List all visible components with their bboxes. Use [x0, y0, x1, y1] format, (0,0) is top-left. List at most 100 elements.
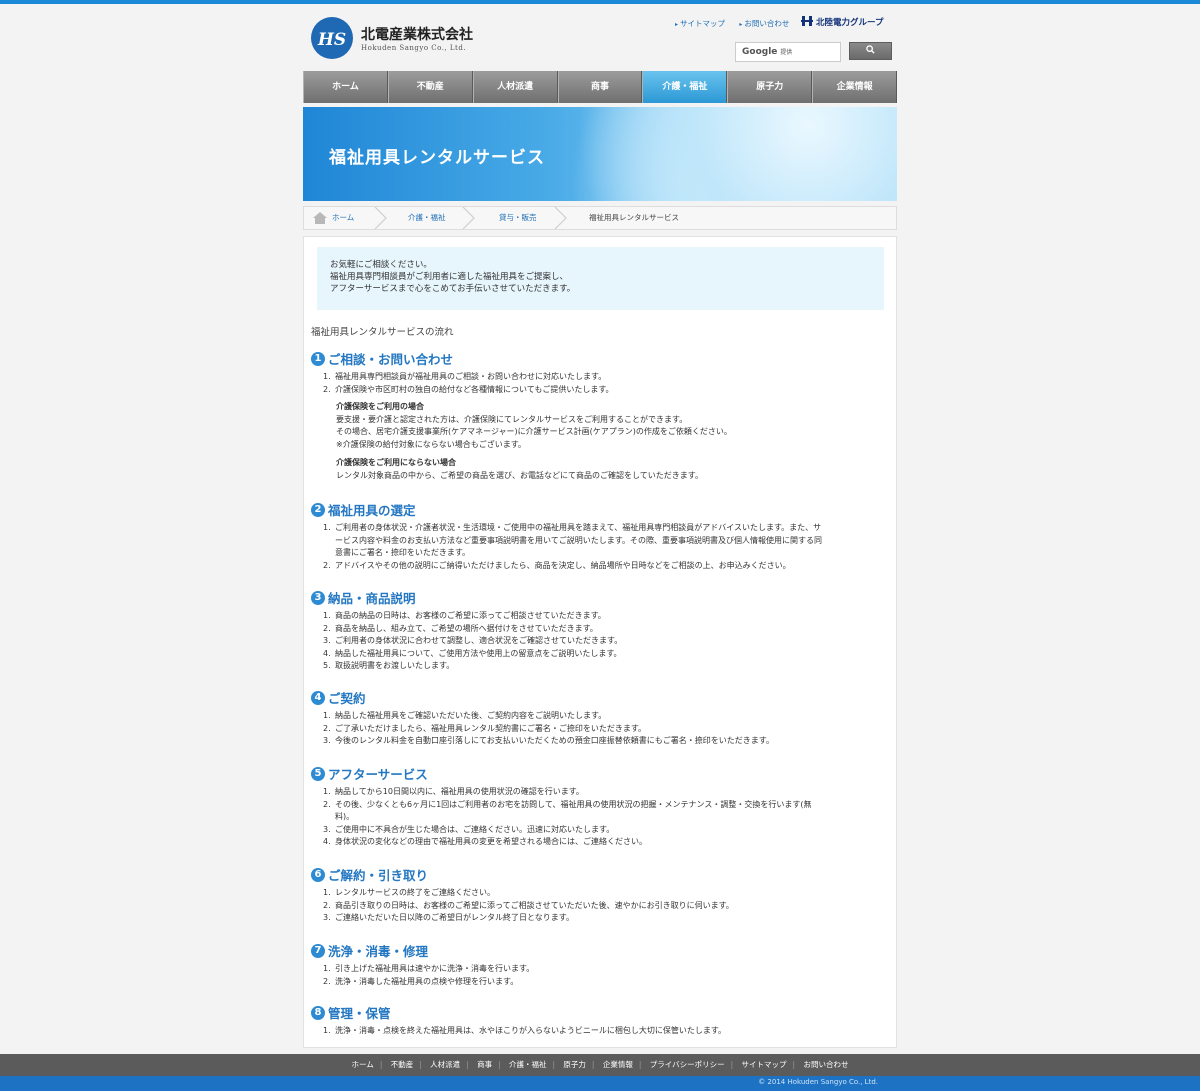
footer-link-sitemap[interactable]: サイトマップ	[742, 1060, 787, 1069]
search-icon	[866, 45, 875, 54]
search-button[interactable]	[849, 42, 892, 60]
step-number-badge: 4	[311, 690, 325, 705]
breadcrumb-care-welfare[interactable]: 介護・福祉	[408, 207, 446, 229]
footer-link-care-welfare[interactable]: 介護・福祉	[509, 1060, 547, 1069]
nav-item-home[interactable]: ホーム	[303, 71, 388, 103]
nav-item-care-welfare[interactable]: 介護・福祉	[642, 71, 728, 103]
step-title: 管理・保管	[328, 1006, 391, 1021]
list-item: 1. レンタルサービスの終了をご連絡ください。	[323, 888, 495, 897]
home-icon	[313, 212, 327, 224]
page-title: 福祉用具レンタルサービス	[329, 148, 545, 168]
site-header: HS 北電産業株式会社 Hokuden Sangyo Co., Ltd. ▸ サイ…	[303, 4, 897, 70]
hokuriku-group-icon	[801, 16, 813, 26]
step-number-badge: 8	[311, 1005, 325, 1020]
company-name[interactable]: 北電産業株式会社	[361, 24, 473, 44]
footer-link-real-estate[interactable]: 不動産	[391, 1060, 414, 1069]
subblock-line: 要支援・要介護と認定された方は、介護保険にてレンタルサービスをご利用することがで…	[336, 414, 688, 424]
subblock-line: ※介護保険の給付対象にならない場合もございます。	[336, 439, 526, 449]
step-6: 6 ご解約・引き取り 1. レンタルサービスの終了をご連絡ください。 2. 商品引き取…	[311, 865, 891, 925]
intro-line: お気軽にご相談ください。	[330, 260, 432, 270]
list-item: 1. ご利用者の身体状況・介護者状況・生活環境・ご使用中の福祉用具を踏まえて、福祉…	[323, 523, 822, 557]
svg-text:HS: HS	[317, 30, 346, 50]
list-item: 3. ご使用中に不具合が生じた場合は、ご連絡ください。迅速に対応いたします。	[323, 824, 615, 834]
subblock-heading: 介護保険をご利用の場合	[336, 402, 424, 411]
footer-link-nuclear[interactable]: 原子力	[563, 1060, 586, 1069]
subblock-heading: 介護保険をご利用にならない場合	[336, 458, 456, 467]
list-item: 1. 納品した福祉用具をご確認いただいた後、ご契約内容をご説明いたします。	[323, 711, 607, 720]
step-number-badge: 1	[311, 351, 325, 366]
list-item: 4. 納品した福祉用具について、ご使用方法や使用上の留意点をご説明いたします。	[323, 648, 622, 658]
nav-item-company[interactable]: 企業情報	[812, 71, 898, 103]
breadcrumb-current: 福祉用具レンタルサービス	[589, 213, 679, 222]
step-number-badge: 3	[311, 590, 325, 605]
footer-link-trading[interactable]: 商事	[477, 1060, 492, 1069]
intro-box: お気軽にご相談ください。 福祉用具専門相談員がご利用者に適した福祉用具をご提案し…	[317, 247, 884, 310]
step-2: 2 福祉用具の選定 1. ご利用者の身体状況・介護者状況・生活環境・ご使用中の福祉用…	[311, 500, 891, 572]
subblock-with-insurance: 介護保険をご利用の場合 要支援・要介護と認定された方は、介護保険にてレンタルサー…	[336, 401, 891, 451]
chevron-right-icon	[374, 207, 387, 229]
nav-item-real-estate[interactable]: 不動産	[387, 71, 473, 103]
footer-link-privacy[interactable]: プライバシーポリシー	[650, 1060, 725, 1069]
search-input[interactable]: Google 提供	[735, 42, 841, 62]
step-4: 4 ご契約 1. 納品した福祉用具をご確認いただいた後、ご契約内容をご説明いたします…	[311, 688, 891, 748]
list-item: 2. 商品引き取りの日時は、お客様のご希望に添ってご相談させていただいた後、速やか…	[323, 900, 734, 910]
provider-label: 提供	[780, 49, 793, 56]
breadcrumb-home[interactable]: ホーム	[332, 207, 354, 229]
intro-line: 福祉用具専門相談員がご利用者に適した福祉用具をご提案し、	[330, 272, 569, 282]
step-number-badge: 7	[311, 943, 325, 958]
hero-banner: 福祉用具レンタルサービス	[303, 107, 897, 201]
list-item: 1. 商品の納品の日時は、お客様のご希望に添ってご相談させていただきます。	[323, 611, 606, 620]
company-roman-name: Hokuden Sangyo Co., Ltd.	[361, 44, 467, 52]
list-item: 1. 納品してから10日間以内に、福祉用具の使用状況の確認を行います。	[323, 787, 584, 796]
footer-nav: ホーム | 不動産 | 人材派遣 | 商事 | 介護・福祉 | 原子力 | 企業情報 | プラ…	[0, 1054, 1200, 1076]
step-number-badge: 5	[311, 766, 325, 781]
list-item: 1. 引き上げた福祉用具は速やかに洗浄・消毒を行います。	[323, 964, 535, 973]
arrow-right-icon: ▸	[739, 21, 743, 28]
global-nav: ホーム 不動産 人材派遣 商事 介護・福祉 原子力 企業情報	[303, 71, 898, 103]
sitemap-link[interactable]: ▸ サイトマップ	[675, 19, 725, 28]
step-title: ご解約・引き取り	[328, 868, 429, 883]
list-item: 5. 取扱説明書をお渡しいたします。	[323, 661, 455, 670]
step-3: 3 納品・商品説明 1. 商品の納品の日時は、お客様のご希望に添ってご相談させていた…	[311, 588, 891, 673]
step-title: アフターサービス	[328, 767, 428, 782]
footer-link-staffing[interactable]: 人材派遣	[430, 1060, 460, 1069]
list-item: 2. アドバイスやその他の説明にご納得いただけましたら、商品を決定し、納品場所や日…	[323, 560, 791, 570]
list-item: 1. 福祉用具専門相談員が福祉用具のご相談・お問い合わせに対応いたします。	[323, 372, 607, 381]
flow-title: 福祉用具レンタルサービスの流れ	[311, 327, 454, 338]
top-links: ▸ サイトマップ ▸ お問い合わせ	[675, 18, 801, 29]
google-label: Google	[742, 47, 778, 57]
step-5: 5 アフターサービス 1. 納品してから10日間以内に、福祉用具の使用状況の確認を行…	[311, 764, 891, 849]
subblock-without-insurance: 介護保険をご利用にならない場合 レンタル対象商品の中から、ご希望の商品を選び、お…	[336, 457, 891, 482]
step-7: 7 洗浄・消毒・修理 1. 引き上げた福祉用具は速やかに洗浄・消毒を行います。 2.…	[311, 941, 891, 988]
list-item: 2. 洗浄・消毒した福祉用具の点検や修理を行います。	[323, 976, 519, 986]
step-title: 納品・商品説明	[328, 591, 416, 606]
breadcrumb: ホーム 介護・福祉 貸与・販売 福祉用具レンタルサービス	[303, 206, 897, 230]
nav-item-nuclear[interactable]: 原子力	[727, 71, 813, 103]
intro-line: アフターサービスまで心をこめてお手伝いさせていただきます。	[330, 284, 576, 294]
list-item: 3. 今後のレンタル料金を自動口座引落しにてお支払いいただくための預金口座振替依頼…	[323, 736, 774, 745]
breadcrumb-rental-sales[interactable]: 貸与・販売	[499, 207, 537, 229]
step-title: ご相談・お問い合わせ	[328, 352, 454, 367]
step-title: 福祉用具の選定	[328, 503, 416, 518]
footer-copyright-bar: © 2014 Hokuden Sangyo Co., Ltd.	[0, 1076, 1200, 1091]
nav-item-staffing[interactable]: 人材派遣	[472, 71, 558, 103]
step-title: 洗浄・消毒・修理	[328, 944, 429, 959]
subblock-line: その場合、居宅介護支援事業所(ケアマネージャー)に介護サービス計画(ケアプラン)…	[336, 427, 732, 436]
contact-link[interactable]: ▸ お問い合わせ	[739, 19, 789, 28]
footer-link-contact[interactable]: お問い合わせ	[803, 1060, 848, 1069]
nav-item-trading[interactable]: 商事	[557, 71, 643, 103]
step-1: 1 ご相談・お問い合わせ 1. 福祉用具専門相談員が福祉用具のご相談・お問い合わせに…	[311, 349, 891, 482]
footer-link-home[interactable]: ホーム	[352, 1060, 374, 1069]
list-item: 4. 身体状況の変化などの理由で福祉用具の変更を希望される場合には、ご連絡ください…	[323, 837, 647, 846]
list-item: 2. ご了承いただけましたら、福祉用具レンタル契約書にご署名・ご捺印をいただきます…	[323, 723, 647, 733]
list-item: 3. ご連絡いただいた日以降のご希望日がレンタル終了日となります。	[323, 913, 574, 922]
footer-link-company[interactable]: 企業情報	[603, 1060, 633, 1069]
step-number-badge: 2	[311, 502, 325, 517]
step-number-badge: 6	[311, 867, 325, 882]
step-8: 8 管理・保管 1. 洗浄・消毒・点検を終えた福祉用具は、水やほこりが入らないようビ…	[311, 1003, 891, 1038]
chevron-right-icon	[554, 207, 567, 229]
company-logo-icon[interactable]: HS	[311, 17, 353, 59]
group-logo[interactable]: 北陸電力グループ	[801, 16, 884, 28]
list-item: 3. ご利用者の身体状況に合わせて調整し、適合状況をご確認させていただきます。	[323, 636, 623, 645]
subblock-line: レンタル対象商品の中から、ご希望の商品を選び、お電話などにて商品のご確認をしてい…	[336, 470, 703, 480]
